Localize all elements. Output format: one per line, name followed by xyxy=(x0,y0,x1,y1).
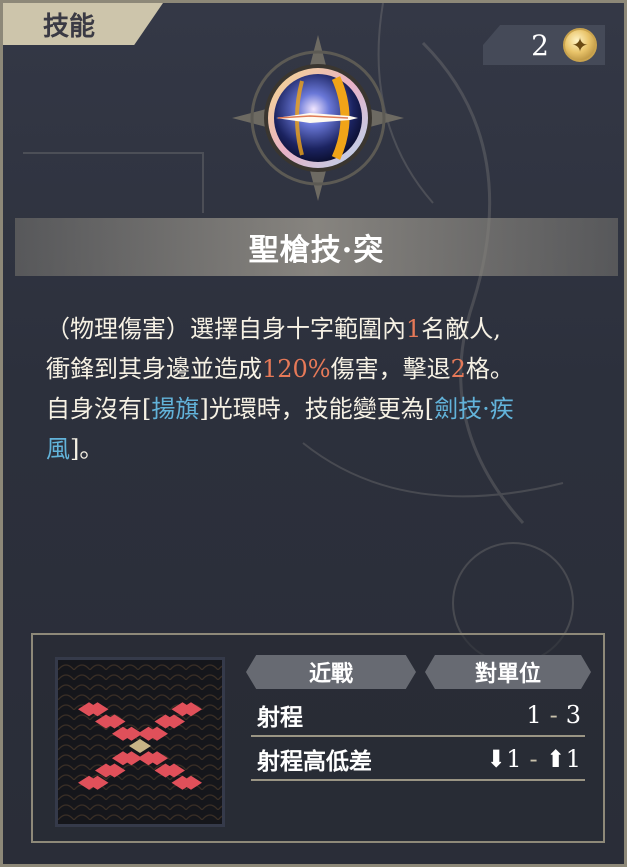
desc-text: ]。 xyxy=(70,435,104,463)
skill-description: （物理傷害）選擇自身十字範圍內1名敵人, 衝鋒到其身邊並造成120%傷害，擊退2… xyxy=(46,309,606,469)
range-value: 1-3 xyxy=(526,701,585,729)
range-grid xyxy=(55,657,225,827)
star-coin-icon: ✦ xyxy=(563,28,597,62)
attack-type-tag: 近戰 xyxy=(246,655,416,689)
height-diff-label: 射程高低差 xyxy=(257,748,372,775)
skill-name: 聖槍技·突 xyxy=(248,233,385,268)
holy-spear-skill-icon xyxy=(232,35,404,201)
attack-type-label: 近戰 xyxy=(308,661,353,687)
desc-text: 格。 xyxy=(465,355,514,383)
desc-text: 名敵人, xyxy=(421,315,501,343)
height-up: ⬆1 xyxy=(545,745,581,773)
height-dash: - xyxy=(529,745,538,773)
desc-number: 1 xyxy=(406,315,422,343)
height-diff-row: 射程高低差 ⬇1- ⬆1 xyxy=(251,739,585,781)
desc-text: 衝鋒到其身邊並造成 xyxy=(46,355,262,383)
desc-text: （物理傷害）選擇自身十字範圍內 xyxy=(46,315,406,343)
target-type-tag: 對單位 xyxy=(425,655,591,689)
desc-number: 120% xyxy=(262,355,331,383)
range-dash: - xyxy=(549,701,558,729)
skill-tab-label: 技能 xyxy=(42,11,95,42)
skill-point-value: 2 xyxy=(531,28,549,62)
height-down: ⬇1 xyxy=(486,745,522,773)
target-type-label: 對單位 xyxy=(474,661,541,687)
desc-text: ]光環時，技能變更為[ xyxy=(199,395,435,423)
skill-point-counter: 2 ✦ xyxy=(483,25,605,65)
range-grid-svg xyxy=(58,660,222,824)
range-row: 射程 1-3 xyxy=(251,695,585,737)
desc-text: 自身沒有[ xyxy=(46,395,152,423)
skill-title-bar: 聖槍技·突 xyxy=(15,218,618,276)
skill-panel: 技能 2 ✦ 聖槍技·突 （物理傷害）選擇自身十字範圍內1名敵人, 衝鋒到其身邊… xyxy=(0,0,627,867)
range-min: 1 xyxy=(526,701,542,729)
range-label: 射程 xyxy=(257,704,303,731)
desc-keyword-link[interactable]: 揚旗 xyxy=(151,395,199,423)
range-max: 3 xyxy=(565,701,581,729)
desc-number: 2 xyxy=(450,355,466,383)
skill-info-box: 近戰 對單位 射程 1-3 射程高低差 ⬇1- ⬆1 xyxy=(31,633,605,843)
desc-keyword-link[interactable]: 劍技·疾 xyxy=(434,395,514,423)
height-diff-value: ⬇1- ⬆1 xyxy=(486,745,585,773)
desc-text: 傷害，擊退 xyxy=(330,355,451,383)
desc-keyword-link[interactable]: 風 xyxy=(46,435,70,463)
skill-tab[interactable]: 技能 xyxy=(3,3,163,45)
